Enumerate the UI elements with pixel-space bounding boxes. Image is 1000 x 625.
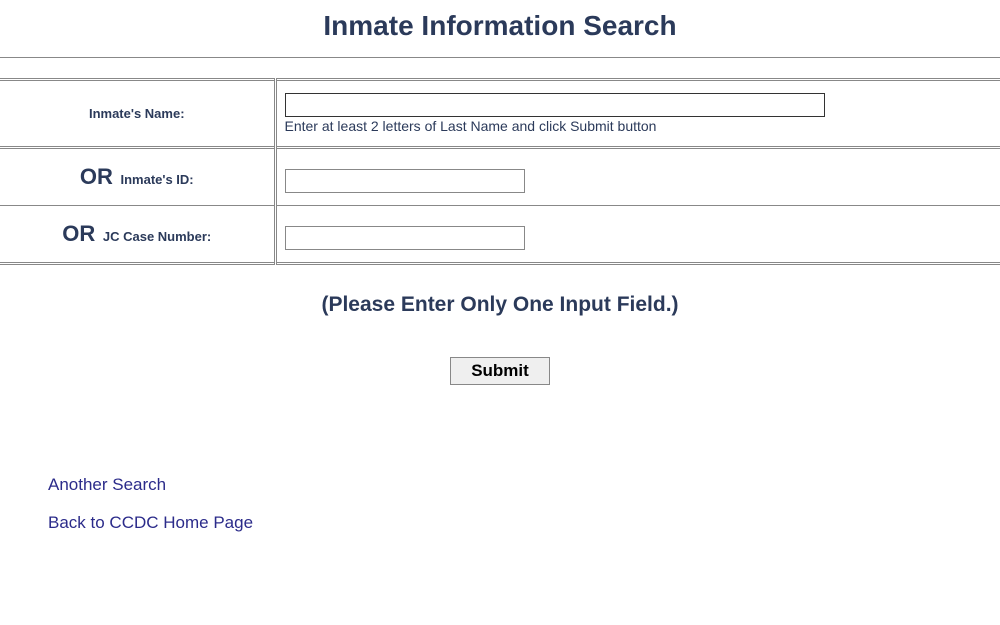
title-divider xyxy=(0,57,1000,58)
or-text-case: OR xyxy=(62,221,95,246)
row-inmate-id: OR Inmate's ID: xyxy=(0,148,1000,206)
input-cell-name: Enter at least 2 letters of Last Name an… xyxy=(275,80,1000,148)
page-title: Inmate Information Search xyxy=(0,10,1000,42)
jc-case-label: JC Case Number: xyxy=(99,229,211,244)
form-instruction: (Please Enter Only One Input Field.) xyxy=(0,293,1000,317)
row-inmate-name: Inmate's Name: Enter at least 2 letters … xyxy=(0,80,1000,148)
input-cell-case xyxy=(275,206,1000,264)
label-cell-name: Inmate's Name: xyxy=(0,80,275,148)
inmate-name-hint: Enter at least 2 letters of Last Name an… xyxy=(285,118,993,134)
footer-links: Another Search Back to CCDC Home Page xyxy=(0,475,1000,533)
jc-case-input[interactable] xyxy=(285,226,525,250)
inmate-name-input[interactable] xyxy=(285,93,825,117)
inmate-name-label: Inmate's Name: xyxy=(89,106,185,121)
inmate-id-label: Inmate's ID: xyxy=(117,172,194,187)
inmate-id-input[interactable] xyxy=(285,169,525,193)
another-search-link[interactable]: Another Search xyxy=(48,475,1000,495)
input-cell-id xyxy=(275,148,1000,206)
back-home-link[interactable]: Back to CCDC Home Page xyxy=(48,513,1000,533)
submit-wrap: Submit xyxy=(0,357,1000,385)
label-cell-case: OR JC Case Number: xyxy=(0,206,275,264)
label-cell-id: OR Inmate's ID: xyxy=(0,148,275,206)
or-text-id: OR xyxy=(80,164,113,189)
search-form-table: Inmate's Name: Enter at least 2 letters … xyxy=(0,78,1000,265)
row-jc-case: OR JC Case Number: xyxy=(0,206,1000,264)
submit-button[interactable]: Submit xyxy=(450,357,550,385)
